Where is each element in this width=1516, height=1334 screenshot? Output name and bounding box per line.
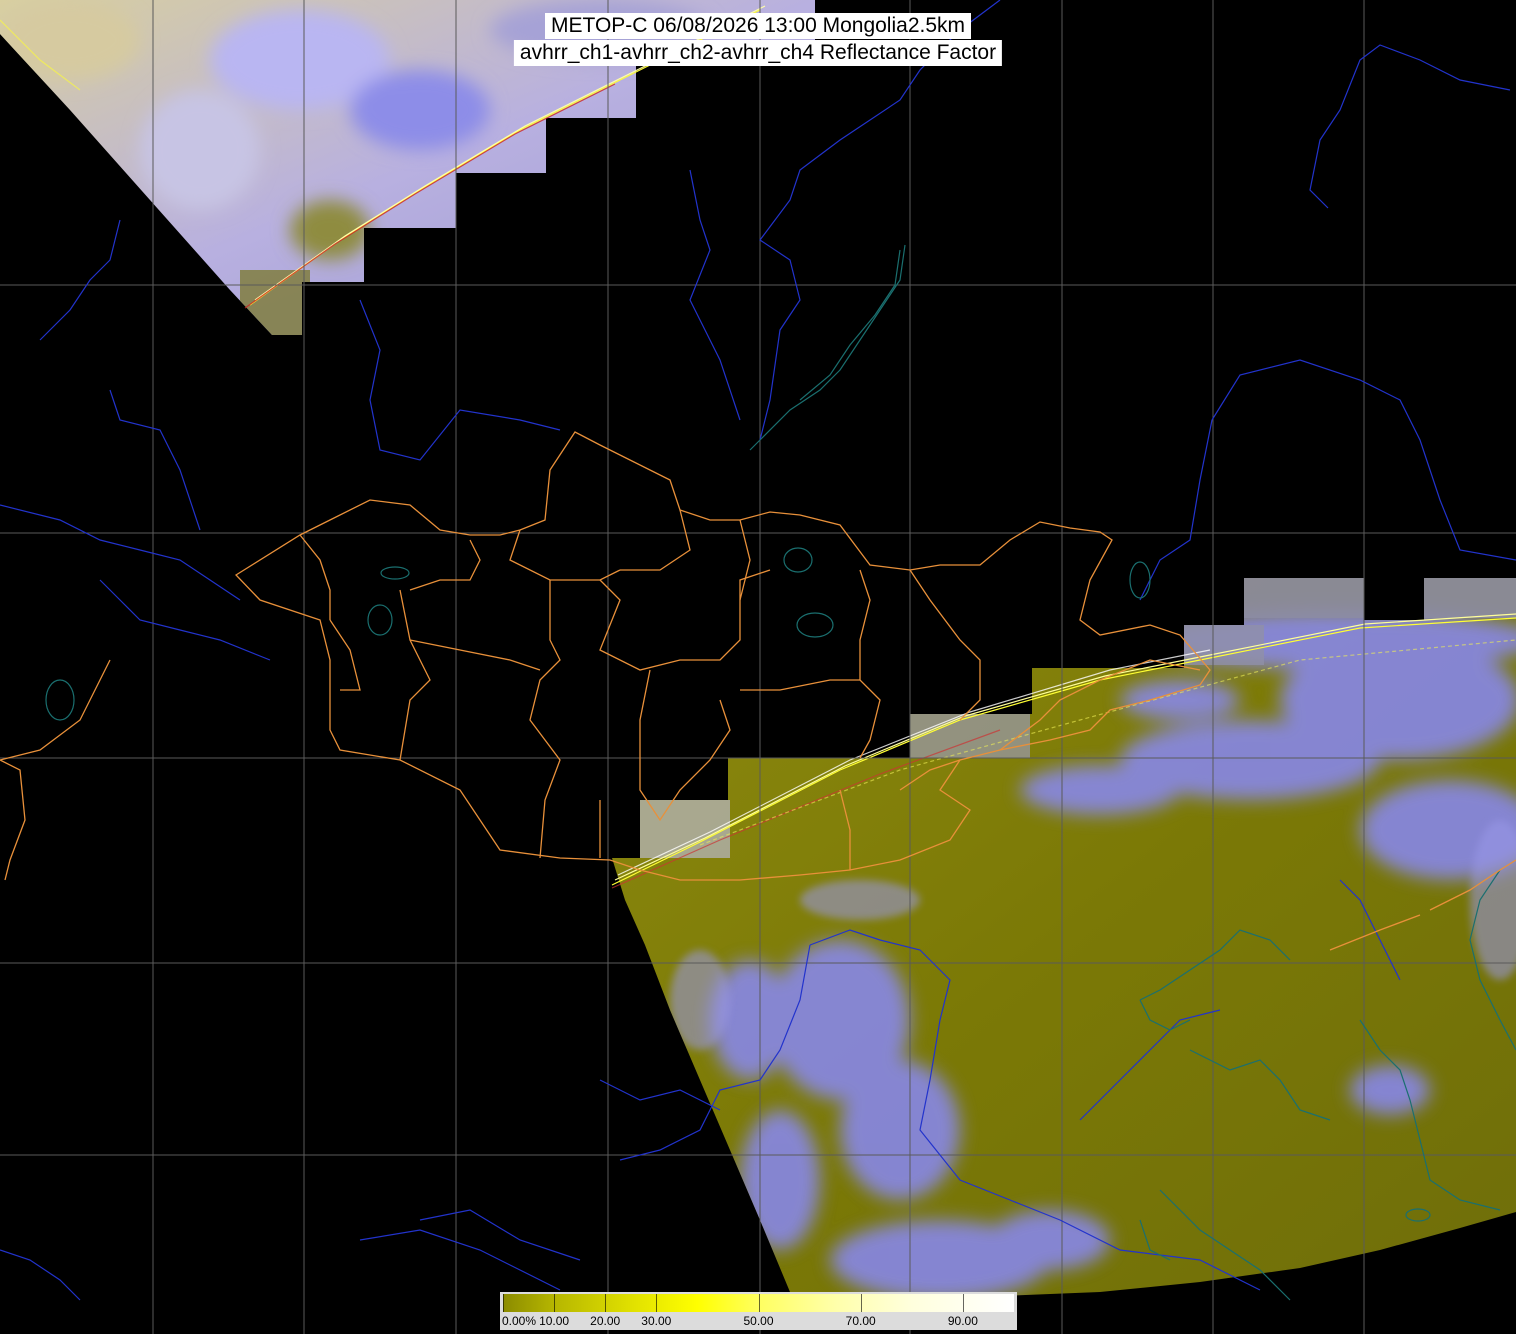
satellite-swath-southeast	[612, 578, 1516, 1296]
colorbar-tick-label: 70.00	[845, 1314, 876, 1328]
colorbar-tick-mark	[554, 1294, 556, 1312]
colorbar-tick-label: 50.00	[743, 1314, 774, 1328]
satellite-map	[0, 0, 1516, 1334]
colorbar-tick-mark	[962, 1294, 964, 1312]
colorbar-tick-mark	[860, 1294, 862, 1312]
colorbar-tick-mark	[605, 1294, 607, 1312]
colorbar-tick-mark	[656, 1294, 658, 1312]
colorbar-tick-mark	[503, 1294, 504, 1312]
map-title-line-2: avhrr_ch1-avhrr_ch2-avhrr_ch4 Reflectanc…	[513, 40, 1003, 66]
colorbar-tick-mark	[758, 1294, 760, 1312]
map-title-line-1: METOP-C 06/08/2026 13:00 Mongolia2.5km	[544, 13, 972, 39]
colorbar-tick-label: 10.00	[539, 1314, 570, 1328]
colorbar-legend: 0.00% 10.00 20.00 30.00 50.00 70.00 90.00	[500, 1292, 1017, 1330]
colorbar-tick-label: 0.00%	[501, 1314, 537, 1328]
colorbar-tick-label: 90.00	[947, 1314, 978, 1328]
colorbar-tick-label: 20.00	[590, 1314, 621, 1328]
colorbar-tick-label: 30.00	[641, 1314, 672, 1328]
